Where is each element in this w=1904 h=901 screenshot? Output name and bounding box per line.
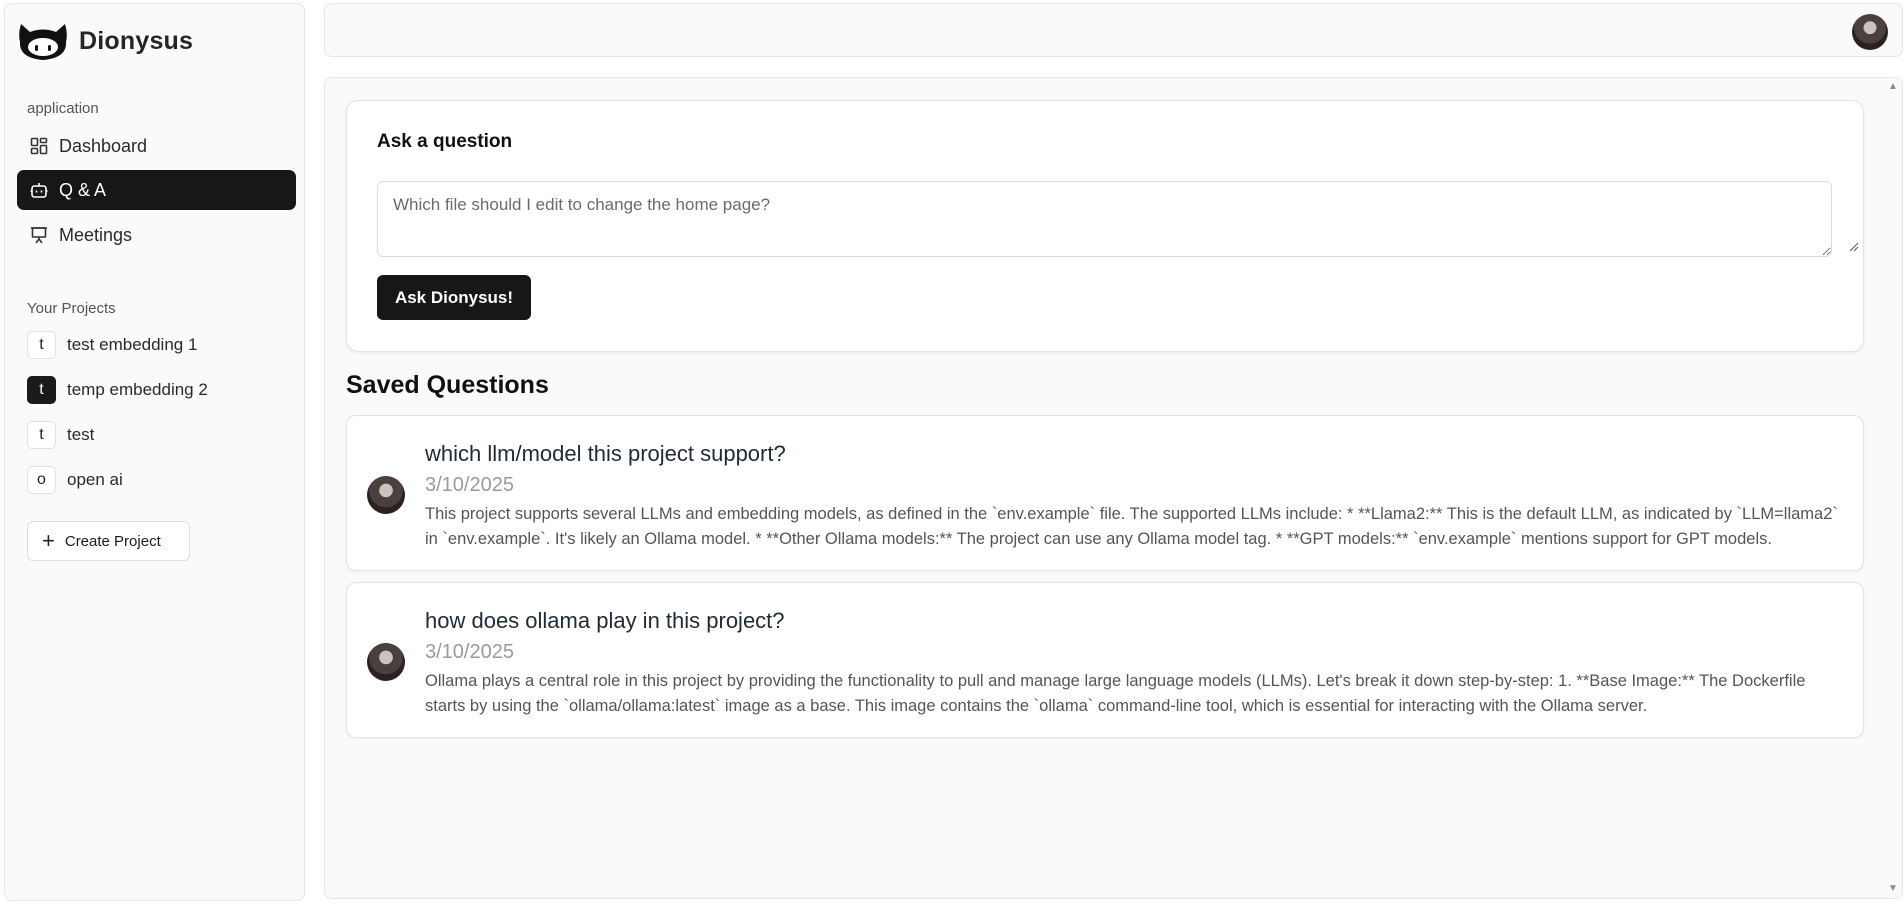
brand[interactable]: Dionysus: [17, 18, 193, 64]
app-name: Dionysus: [79, 26, 194, 55]
question-text: which llm/model this project support?: [425, 441, 786, 466]
answer-preview: Ollama plays a central role in this proj…: [425, 672, 1806, 715]
project-initial-badge: t: [27, 331, 56, 359]
top-header: [324, 3, 1903, 57]
project-initial-badge: t: [27, 421, 56, 449]
ask-question-card: Ask a question Ask Dionysus!: [346, 100, 1864, 352]
question-avatar: [367, 476, 405, 514]
saved-question-card[interactable]: which llm/model this project support? 3/…: [346, 415, 1864, 571]
answer-preview: This project supports several LLMs and e…: [425, 505, 1838, 548]
project-name: open ai: [67, 470, 123, 489]
nav-item-meetings[interactable]: Meetings: [17, 215, 296, 255]
plus-icon: +: [42, 528, 55, 553]
question-input[interactable]: [377, 181, 1832, 257]
scroll-up-arrow-icon[interactable]: ▲: [1888, 82, 1898, 92]
nav-item-qa[interactable]: Q & A: [17, 170, 296, 210]
main-content: Ask a question Ask Dionysus! Saved Quest…: [324, 77, 1903, 899]
nav-item-dashboard[interactable]: Dashboard: [17, 126, 296, 166]
project-name: temp embedding 2: [67, 380, 208, 399]
project-initial-badge: o: [27, 466, 56, 494]
saved-question-card[interactable]: how does ollama play in this project? 3/…: [346, 582, 1864, 738]
presentation-icon: [29, 225, 49, 245]
question-date: 3/10/2025: [425, 641, 514, 663]
project-name: test: [67, 425, 95, 444]
nav-item-label: Q & A: [59, 179, 107, 200]
create-project-button[interactable]: + Create Project: [27, 521, 190, 561]
ask-question-title: Ask a question: [377, 131, 513, 152]
saved-questions-title: Saved Questions: [346, 371, 549, 399]
cat-logo-icon: [19, 24, 67, 60]
project-name: test embedding 1: [67, 335, 198, 354]
project-item[interactable]: o open ai: [27, 464, 123, 496]
user-avatar[interactable]: [1852, 14, 1888, 50]
create-project-label: Create Project: [64, 532, 161, 550]
ask-dionysus-button[interactable]: Ask Dionysus!: [377, 275, 531, 320]
scroll-down-arrow-icon[interactable]: ▼: [1888, 884, 1898, 894]
project-item[interactable]: t temp embedding 2: [27, 374, 208, 406]
question-avatar: [367, 643, 405, 681]
nav-item-label: Dashboard: [59, 135, 148, 156]
scrollbar[interactable]: ▲ ▼: [1884, 78, 1902, 898]
resize-handle-icon[interactable]: [1849, 242, 1859, 252]
project-initial-badge: t: [27, 376, 56, 404]
dashboard-icon: [29, 136, 49, 156]
bot-icon: [29, 180, 49, 200]
project-item[interactable]: t test: [27, 419, 94, 451]
question-text: how does ollama play in this project?: [425, 608, 785, 633]
question-date: 3/10/2025: [425, 474, 514, 496]
projects-section-label: Your Projects: [27, 300, 116, 317]
project-item[interactable]: t test embedding 1: [27, 329, 197, 361]
application-section-label: application: [27, 100, 99, 117]
nav-item-label: Meetings: [59, 224, 133, 245]
sidebar: Dionysus application Dashboard Q & A Mee…: [4, 3, 305, 901]
